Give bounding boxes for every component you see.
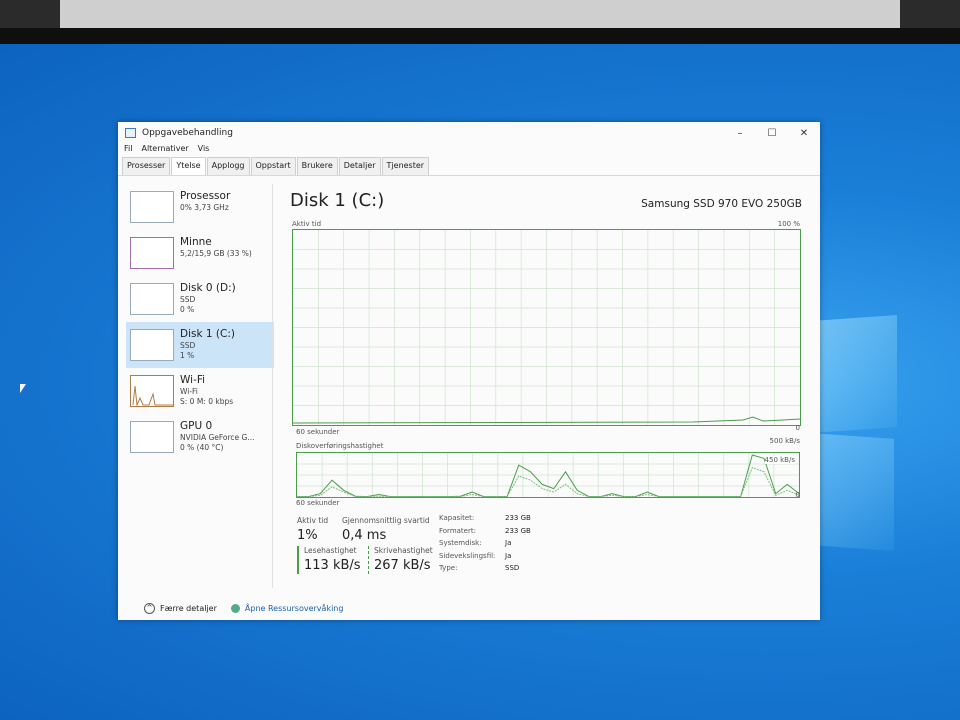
property-key: Systemdisk: xyxy=(439,539,482,547)
write-speed-value: 267 kB/s xyxy=(374,558,431,573)
property-values: 233 GB 233 GB Ja Ja SSD xyxy=(505,512,531,575)
sidebar-item-label: Wi-Fi xyxy=(180,374,206,386)
task-manager-icon xyxy=(125,128,136,138)
graph2-mid: 450 kB/s xyxy=(764,456,795,464)
sidebar-item-gpu[interactable]: GPU 0 NVIDIA GeForce G... 0 % (40 °C) xyxy=(126,414,274,460)
sidebar-item-detail: 0 % xyxy=(180,305,195,314)
wifi-sparkline xyxy=(132,385,173,407)
property-value: 233 GB xyxy=(505,526,531,535)
sidebar-item-detail: 5,2/15,9 GB (33 %) xyxy=(180,249,252,258)
resource-monitor-icon xyxy=(230,603,240,613)
menu-bar: Fil Alternativer Vis xyxy=(118,144,820,157)
task-manager-window: Oppgavebehandling – ☐ ✕ Fil Alternativer… xyxy=(118,122,820,620)
windows-logo-upper xyxy=(812,315,897,433)
tab-startup[interactable]: Oppstart xyxy=(250,157,296,175)
windows-logo-lower xyxy=(812,433,894,551)
disk0-thumbnail xyxy=(130,283,174,315)
read-speed-label: Lesehastighet xyxy=(304,546,357,555)
wall-top xyxy=(60,0,900,30)
sidebar-item-processor[interactable]: Prosessor 0% 3,73 GHz xyxy=(126,184,274,230)
response-time-label: Gjennomsnittlig svartid xyxy=(342,516,430,525)
menu-file[interactable]: Fil xyxy=(124,144,132,157)
disk-model: Samsung SSD 970 EVO 250GB xyxy=(641,198,802,210)
property-value: SSD xyxy=(505,564,520,572)
sidebar-item-disk1[interactable]: Disk 1 (C:) SSD 1 % xyxy=(126,322,274,368)
graph1-time: 60 sekunder xyxy=(296,428,340,436)
wifi-thumbnail xyxy=(130,375,174,407)
footer-bar: ^ Færre detaljer Åpne Ressursovervåking xyxy=(118,596,820,620)
performance-sidebar: Prosessor 0% 3,73 GHz Minne 5,2/15,9 GB … xyxy=(126,184,274,588)
property-key: Kapasitet: xyxy=(439,514,475,522)
transfer-rate-graph: 450 kB/s xyxy=(296,452,800,498)
menu-view[interactable]: Vis xyxy=(198,144,210,157)
page-title: Disk 1 (C:) xyxy=(290,190,385,211)
disk-detail-panel: Disk 1 (C:) Samsung SSD 970 EVO 250GB Ak… xyxy=(286,184,806,588)
minimize-button[interactable]: – xyxy=(724,128,756,139)
window-title: Oppgavebehandling xyxy=(142,128,233,138)
sidebar-item-label: Prosessor xyxy=(180,190,231,202)
property-value: Ja xyxy=(505,551,512,560)
gpu-thumbnail xyxy=(130,421,174,453)
tab-bar: Prosesser Ytelse Applogg Oppstart Bruker… xyxy=(118,157,820,176)
graph1-label: Aktiv tid xyxy=(292,220,322,228)
transfer-rate-chart xyxy=(297,453,800,498)
response-time-value: 0,4 ms xyxy=(342,528,387,543)
tab-services[interactable]: Tjenester xyxy=(381,157,430,175)
mouse-cursor-icon xyxy=(20,384,26,393)
tab-processes[interactable]: Prosesser xyxy=(122,157,171,175)
sidebar-item-label: Disk 0 (D:) xyxy=(180,282,236,294)
open-resource-monitor-link[interactable]: Åpne Ressursovervåking xyxy=(245,604,344,613)
sidebar-item-wifi[interactable]: Wi-Fi Wi-Fi S: 0 M: 0 kbps xyxy=(126,368,274,414)
sidebar-item-detail: NVIDIA GeForce G... xyxy=(180,433,255,442)
sidebar-divider xyxy=(272,184,273,588)
sidebar-item-detail: 1 % xyxy=(180,351,195,360)
menu-options[interactable]: Alternativer xyxy=(141,144,188,157)
property-key: Formatert: xyxy=(439,526,476,535)
memory-thumbnail xyxy=(130,237,174,269)
maximize-button[interactable]: ☐ xyxy=(756,128,788,139)
property-key: Sidevekslingsfil: xyxy=(439,551,496,560)
sidebar-item-detail: SSD xyxy=(180,295,196,304)
close-button[interactable]: ✕ xyxy=(788,128,820,139)
sidebar-item-detail: S: 0 M: 0 kbps xyxy=(180,397,234,406)
tab-users[interactable]: Brukere xyxy=(296,157,338,175)
active-time-label: Aktiv tid xyxy=(297,516,329,525)
property-value: 233 GB xyxy=(505,514,531,522)
sidebar-item-label: GPU 0 xyxy=(180,420,213,432)
sidebar-item-detail: Wi-Fi xyxy=(180,387,198,396)
graph1-min: 0 xyxy=(795,424,800,432)
tab-details[interactable]: Detaljer xyxy=(338,157,381,175)
sidebar-item-label: Minne xyxy=(180,236,212,248)
write-speed-label: Skrivehastighet xyxy=(374,546,433,555)
property-key: Type: xyxy=(439,564,458,572)
sidebar-item-memory[interactable]: Minne 5,2/15,9 GB (33 %) xyxy=(126,230,274,276)
active-time-value: 1% xyxy=(297,528,318,543)
title-bar[interactable]: Oppgavebehandling – ☐ ✕ xyxy=(118,122,820,144)
monitor-bezel xyxy=(0,28,960,44)
write-speed-bar xyxy=(368,546,369,574)
graph2-max: 500 kB/s xyxy=(769,437,800,445)
graph2-min: 0 xyxy=(795,491,800,499)
sidebar-item-label: Disk 1 (C:) xyxy=(180,328,235,340)
tab-app-history[interactable]: Applogg xyxy=(206,157,250,175)
active-time-chart xyxy=(292,230,801,425)
property-value: Ja xyxy=(505,539,512,547)
property-keys: Kapasitet: Formatert: Systemdisk: Sideve… xyxy=(439,512,495,575)
sidebar-item-disk0[interactable]: Disk 0 (D:) SSD 0 % xyxy=(126,276,274,322)
sidebar-item-detail: 0% 3,73 GHz xyxy=(180,203,229,212)
chevron-up-icon[interactable]: ^ xyxy=(144,602,155,614)
tab-performance[interactable]: Ytelse xyxy=(171,157,206,175)
graph2-time: 60 sekunder xyxy=(296,499,340,507)
fewer-details-button[interactable]: Færre detaljer xyxy=(160,604,217,613)
processor-thumbnail xyxy=(130,191,174,223)
read-speed-bar xyxy=(297,546,299,574)
graph2-label: Diskoverføringshastighet xyxy=(296,442,384,450)
active-time-graph xyxy=(292,229,801,426)
sidebar-item-detail: SSD xyxy=(180,341,196,350)
sidebar-item-detail: 0 % (40 °C) xyxy=(180,443,224,452)
read-speed-value: 113 kB/s xyxy=(304,558,361,573)
graph1-max: 100 % xyxy=(777,220,800,228)
disk1-thumbnail xyxy=(130,329,174,361)
